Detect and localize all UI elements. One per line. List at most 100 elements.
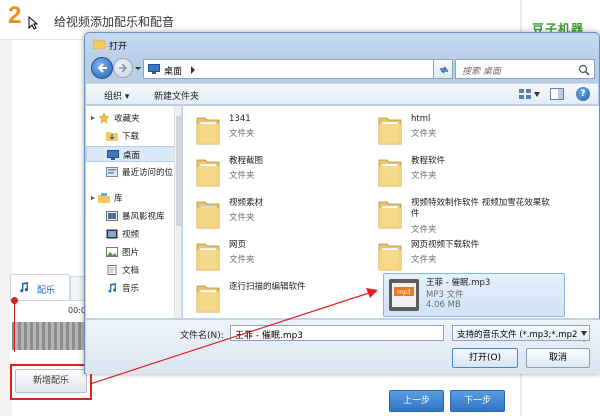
playhead-line[interactable] bbox=[14, 300, 15, 352]
file-name: 视频素材 bbox=[229, 198, 264, 208]
nav-item-favorites[interactable]: 收藏夹 bbox=[86, 110, 181, 126]
folder-icon bbox=[378, 201, 402, 229]
file-name: 1341 bbox=[229, 114, 251, 124]
chevron-right-icon[interactable] bbox=[190, 66, 196, 74]
playhead-handle[interactable] bbox=[11, 297, 18, 304]
nav-item-label: 下载 bbox=[122, 132, 140, 142]
organize-menu-button[interactable]: 组织 ▾ bbox=[104, 89, 129, 102]
nav-scroll-thumb[interactable] bbox=[176, 116, 181, 226]
file-type: 文件夹 bbox=[411, 225, 437, 235]
tab-music[interactable]: 配乐 bbox=[10, 274, 70, 300]
file-type: 文件夹 bbox=[229, 213, 255, 223]
address-location[interactable]: 桌面 bbox=[164, 64, 182, 77]
refresh-button[interactable] bbox=[433, 59, 453, 79]
folder-item[interactable]: 视频特效制作软件 视频加雪花效果软件 文件夹 bbox=[369, 194, 559, 238]
document-icon bbox=[107, 265, 117, 275]
download-folder-icon bbox=[106, 132, 118, 141]
search-input[interactable]: 搜索 桌面 bbox=[455, 59, 595, 79]
desktop-icon bbox=[107, 150, 119, 160]
nav-item-label: 库 bbox=[114, 194, 123, 204]
filetype-value: 支持的音乐文件 (*.mp3;*.mp2 bbox=[457, 330, 578, 340]
step-number: 2 bbox=[8, 2, 22, 29]
folder-icon bbox=[196, 285, 220, 313]
recent-places-icon bbox=[106, 167, 118, 177]
nav-item-libraries[interactable]: 库 bbox=[86, 190, 181, 206]
filetype-select[interactable]: 支持的音乐文件 (*.mp3;*.mp2 bbox=[452, 325, 590, 341]
annotation-highlight-box bbox=[10, 364, 92, 400]
nav-item-label: 图片 bbox=[122, 248, 140, 258]
filename-value[interactable]: 王菲 - 催眠.mp3 bbox=[235, 328, 303, 341]
folder-item[interactable]: 逐行扫描的编辑软件 bbox=[187, 278, 377, 318]
file-type: 文件夹 bbox=[229, 255, 255, 265]
folder-icon bbox=[196, 159, 220, 187]
nav-item-documents[interactable]: 文档 bbox=[86, 262, 181, 278]
refresh-icon bbox=[440, 66, 448, 74]
mouse-cursor-icon bbox=[28, 16, 38, 30]
nav-item-desktop[interactable]: 桌面 bbox=[86, 146, 181, 162]
open-button[interactable]: 打开(O) bbox=[452, 348, 518, 368]
nav-item-label: 桌面 bbox=[123, 151, 141, 161]
audio-track-strip[interactable] bbox=[12, 322, 92, 350]
search-placeholder: 搜索 桌面 bbox=[462, 67, 501, 77]
arrow-right-icon bbox=[119, 63, 128, 73]
folder-item[interactable]: 教程软件 文件夹 bbox=[369, 152, 559, 192]
mp3-audio-file-icon: mp3 bbox=[389, 279, 419, 311]
nav-item-pictures[interactable]: 图片 bbox=[86, 244, 181, 260]
file-name: 逐行扫描的编辑软件 bbox=[229, 282, 306, 292]
file-type: 文件夹 bbox=[229, 129, 255, 139]
dialog-title: 打开 bbox=[109, 42, 128, 52]
back-button[interactable] bbox=[91, 57, 113, 79]
nav-item-music[interactable]: 音乐 bbox=[86, 280, 181, 296]
dialog-toolbar: 组织 ▾ 新建文件夹 ? bbox=[86, 83, 598, 105]
filename-input[interactable]: 王菲 - 催眠.mp3 bbox=[230, 325, 587, 342]
previous-step-button[interactable]: 上一步 bbox=[389, 390, 444, 412]
video-icon bbox=[106, 229, 118, 239]
file-type: 文件夹 bbox=[229, 171, 255, 181]
nav-item-recent-places[interactable]: 最近访问的位 bbox=[86, 164, 181, 180]
chevron-down-icon[interactable] bbox=[134, 64, 142, 72]
file-name: 网页 bbox=[229, 240, 247, 250]
nav-item-label: 视频 bbox=[122, 230, 140, 240]
nav-item-video-library[interactable]: 暴风影视库 bbox=[86, 208, 181, 224]
chevron-down-icon[interactable] bbox=[534, 92, 540, 97]
new-folder-button[interactable]: 新建文件夹 bbox=[154, 89, 199, 102]
folder-item[interactable]: 视频素材 文件夹 bbox=[187, 194, 377, 234]
folder-item[interactable]: 教程截图 文件夹 bbox=[187, 152, 377, 192]
address-bar[interactable]: 桌面 bbox=[143, 59, 487, 97]
file-name: 教程软件 bbox=[411, 156, 446, 166]
next-step-button[interactable]: 下一步 bbox=[450, 390, 505, 412]
folder-icon bbox=[196, 117, 220, 145]
nav-item-label: 最近访问的位 bbox=[122, 168, 174, 178]
file-type: 文件夹 bbox=[411, 171, 437, 181]
dialog-footer: 文件名(N): 王菲 - 催眠.mp3 支持的音乐文件 (*.mp3;*.mp2… bbox=[86, 319, 600, 374]
library-icon bbox=[98, 193, 110, 203]
folder-icon bbox=[196, 201, 220, 229]
forward-button[interactable] bbox=[113, 58, 133, 78]
mp3-file-item[interactable]: mp3 王菲 - 催眠.mp3 MP3 文件 4.06 MB bbox=[383, 273, 565, 317]
folder-item[interactable]: 1341 文件夹 bbox=[187, 110, 377, 150]
nav-scrollbar[interactable] bbox=[174, 106, 181, 318]
file-name: 教程截图 bbox=[229, 156, 264, 166]
folder-item[interactable]: 网页 文件夹 bbox=[187, 236, 377, 276]
nav-item-downloads[interactable]: 下载 bbox=[86, 128, 181, 144]
step-title: 给视频添加配乐和配音 bbox=[54, 15, 175, 29]
folder-item[interactable]: 网页视频下载软件 文件夹 bbox=[369, 236, 559, 276]
desktop-icon bbox=[148, 64, 160, 74]
help-icon[interactable]: ? bbox=[576, 87, 590, 101]
chevron-down-icon[interactable] bbox=[581, 331, 587, 336]
filename-label: 文件名(N): bbox=[180, 331, 224, 341]
view-mode-icon[interactable] bbox=[518, 88, 532, 100]
preview-pane-icon[interactable] bbox=[550, 88, 564, 100]
arrow-left-icon bbox=[97, 63, 107, 73]
file-size: 4.06 MB bbox=[426, 300, 461, 310]
cancel-button[interactable]: 取消 bbox=[526, 348, 590, 368]
folder-item[interactable]: html 文件夹 bbox=[369, 110, 559, 150]
folder-icon bbox=[93, 39, 105, 49]
nav-item-videos[interactable]: 视频 bbox=[86, 226, 181, 242]
folder-icon bbox=[378, 159, 402, 187]
tree-expand-icon[interactable] bbox=[90, 115, 96, 121]
navigation-pane: 收藏夹 下载 桌面 最近访问的位 库 暴风影视库 视频 图片 文档 音乐 bbox=[86, 106, 182, 318]
tree-expand-icon[interactable] bbox=[90, 195, 96, 201]
file-type: 文件夹 bbox=[411, 255, 437, 265]
search-icon[interactable] bbox=[578, 64, 590, 76]
